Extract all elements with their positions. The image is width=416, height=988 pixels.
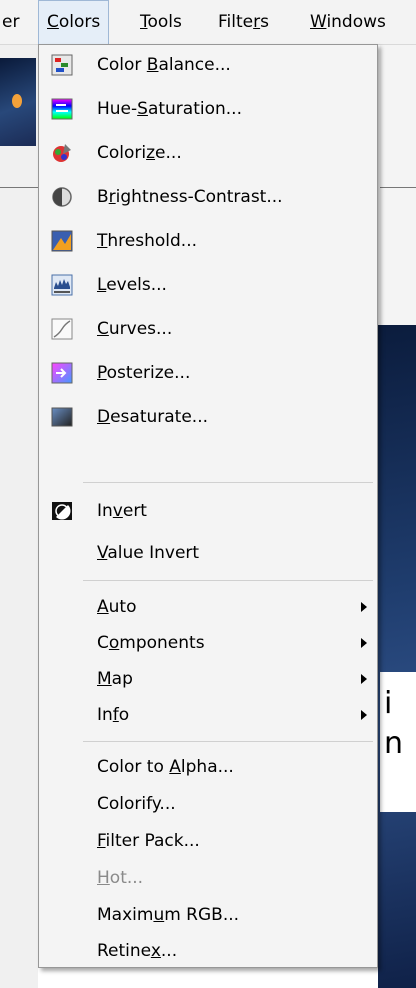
hue-saturation-icon: [51, 98, 73, 120]
colorize-icon: [53, 144, 71, 162]
menu-item-brightness-contrast[interactable]: Brightness-Contrast...: [39, 180, 377, 214]
menu-item-filter-pack[interactable]: Filter Pack...: [39, 824, 377, 858]
menu-item-colorize[interactable]: Colorize...: [39, 136, 377, 170]
menu-item-colorify[interactable]: Colorify...: [39, 787, 377, 821]
desaturate-icon: [51, 407, 73, 427]
brightness-contrast-icon: [52, 187, 72, 207]
menu-item-value-invert[interactable]: Value Invert: [39, 536, 377, 570]
submenu-arrow-icon: [361, 602, 367, 612]
ruler-left: [0, 187, 38, 188]
menu-item-maximum-rgb[interactable]: Maximum RGB...: [39, 898, 377, 932]
menubar-item-layer-partial[interactable]: er: [0, 0, 27, 44]
menu-item-components[interactable]: Components: [39, 626, 377, 660]
ruler-right: [380, 187, 416, 188]
submenu-arrow-icon: [361, 674, 367, 684]
invert-icon: [52, 502, 72, 520]
submenu-arrow-icon: [361, 638, 367, 648]
menu-item-info[interactable]: Info: [39, 698, 377, 732]
menu-separator: [83, 741, 373, 742]
dialog-text-2: n: [384, 726, 404, 761]
menu-item-curves[interactable]: Curves...: [39, 312, 377, 346]
submenu-arrow-icon: [361, 710, 367, 720]
image-thumbnail: [0, 58, 36, 146]
menu-item-color-to-alpha[interactable]: Color to Alpha...: [39, 750, 377, 784]
menu-item-color-balance[interactable]: Color Balance...: [39, 48, 377, 82]
canvas-image: [378, 325, 416, 988]
menu-item-desaturate[interactable]: Desaturate...: [39, 400, 377, 434]
posterize-icon: [51, 362, 73, 384]
color-balance-icon: [51, 54, 73, 76]
menu-item-hue-saturation[interactable]: Hue-Saturation...: [39, 92, 377, 126]
menu-separator: [83, 482, 373, 483]
menu-item-posterize[interactable]: Posterize...: [39, 356, 377, 390]
menu-item-retinex[interactable]: Retinex...: [39, 934, 377, 968]
menubar-item-windows[interactable]: Windows: [302, 0, 394, 44]
menu-item-map[interactable]: Map: [39, 662, 377, 696]
dialog-text-1: i: [384, 686, 393, 721]
threshold-icon: [51, 230, 73, 252]
menu-separator: [83, 580, 373, 581]
menubar-item-filters[interactable]: Filters: [210, 0, 277, 44]
menu-item-levels[interactable]: Levels...: [39, 268, 377, 302]
dialog-fragment: i n: [380, 672, 416, 812]
menubar: er Colors Tools Filters Windows: [0, 0, 416, 45]
menu-item-hot: Hot...: [97, 868, 144, 888]
menubar-item-colors[interactable]: Colors: [38, 0, 110, 44]
menu-item-threshold[interactable]: Threshold...: [39, 224, 377, 258]
curves-icon: [51, 318, 73, 340]
menu-item-invert[interactable]: Invert: [39, 494, 377, 528]
menu-item-auto[interactable]: Auto: [39, 590, 377, 624]
menubar-item-tools[interactable]: Tools: [132, 0, 190, 44]
levels-icon: [51, 274, 73, 296]
colors-menu: Color Balance... Hue-Saturation... Color…: [38, 44, 378, 968]
